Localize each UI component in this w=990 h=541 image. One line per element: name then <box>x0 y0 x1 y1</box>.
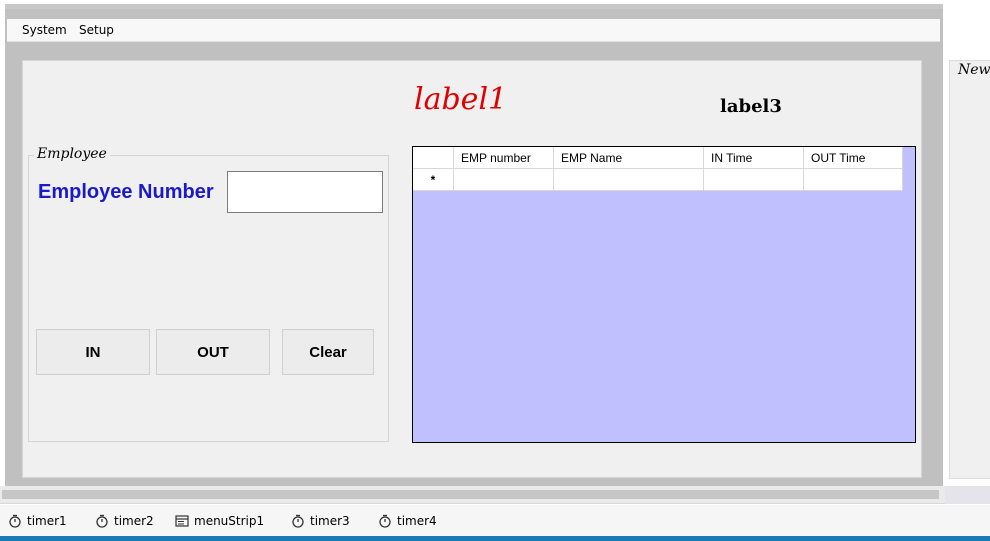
grid-new-row[interactable]: * <box>413 169 903 191</box>
tray-item-label: menuStrip1 <box>194 514 265 528</box>
tray-item-timer4[interactable]: timer4 <box>378 511 437 531</box>
scrollbar-corner <box>945 486 990 504</box>
grid-new-row-cell-in-time[interactable] <box>704 169 804 191</box>
label3-text: label3 <box>720 96 782 117</box>
tray-item-timer1[interactable]: timer1 <box>8 511 67 531</box>
employee-number-label: Employee Number <box>38 181 214 203</box>
grid-column-header-emp-name[interactable]: EMP Name <box>554 147 704 169</box>
tray-item-label: timer2 <box>114 514 154 528</box>
grid-new-row-cell-emp-name[interactable] <box>554 169 704 191</box>
clear-button[interactable]: Clear <box>282 329 374 375</box>
timer-icon <box>96 514 108 528</box>
menu-strip-icon <box>175 515 189 527</box>
grid-new-row-cell-out-time[interactable] <box>804 169 903 191</box>
side-group-title: New <box>958 62 990 78</box>
bottom-accent-bar <box>0 536 990 541</box>
menu-strip: System Setup <box>7 19 940 42</box>
tray-item-menustrip1[interactable]: menuStrip1 <box>175 511 264 531</box>
grid-new-row-cell-emp-number[interactable] <box>454 169 554 191</box>
tray-item-label: timer4 <box>397 514 437 528</box>
tray-item-timer2[interactable]: timer2 <box>95 511 154 531</box>
grid-header-row: EMP number EMP Name IN Time OUT Time <box>413 147 903 169</box>
out-button[interactable]: OUT <box>156 329 270 375</box>
timer-icon <box>9 514 21 528</box>
tray-item-label: timer1 <box>27 514 67 528</box>
menu-item-setup[interactable]: Setup <box>73 19 120 42</box>
label1-text: label1 <box>414 82 508 117</box>
side-form-panel <box>949 60 990 479</box>
grid-corner-header[interactable] <box>413 147 454 169</box>
tray-item-timer3[interactable]: timer3 <box>291 511 350 531</box>
in-button[interactable]: IN <box>36 329 150 375</box>
grid-column-header-emp-number[interactable]: EMP number <box>454 147 554 169</box>
employee-number-input[interactable] <box>227 171 383 213</box>
employee-group-title: Employee <box>34 146 110 162</box>
grid-new-row-marker[interactable]: * <box>413 169 454 191</box>
horizontal-scrollbar-thumb[interactable] <box>2 490 939 499</box>
grid-column-header-in-time[interactable]: IN Time <box>704 147 804 169</box>
timer-icon <box>292 514 304 528</box>
grid-column-header-out-time[interactable]: OUT Time <box>804 147 903 169</box>
timer-icon <box>379 514 391 528</box>
tray-item-label: timer3 <box>310 514 350 528</box>
menu-item-system[interactable]: System <box>16 19 73 42</box>
